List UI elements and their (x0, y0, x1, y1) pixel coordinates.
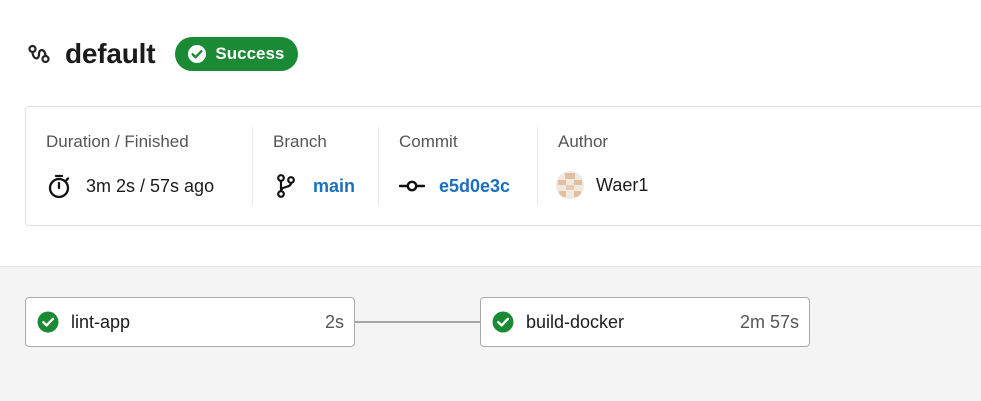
workflow-icon (26, 41, 52, 67)
branch-label: Branch (273, 132, 327, 151)
avatar[interactable] (556, 171, 584, 199)
job-connector (355, 321, 480, 323)
author-name: Waer1 (596, 174, 649, 195)
stopwatch-icon (46, 173, 72, 199)
job-node-lint-app[interactable]: lint-app 2s (25, 297, 355, 347)
commit-label: Commit (399, 132, 458, 151)
duration-label: Duration / Finished (46, 132, 189, 151)
workflow-header: default Success (26, 34, 299, 74)
commit-link[interactable]: e5d0e3c (439, 176, 510, 197)
author-label: Author (558, 132, 609, 151)
job-duration: 2m 57s (739, 311, 799, 332)
branch-field: Branch main (253, 127, 379, 205)
git-commit-icon (399, 173, 425, 199)
status-badge: Success (175, 37, 299, 71)
duration-field: Duration / Finished 3m 2s / 57s ago (26, 127, 253, 205)
check-circle-icon (492, 311, 514, 333)
page-title: default (65, 38, 156, 69)
commit-field: Commit e5d0e3c (379, 127, 538, 205)
job-duration: 2s (324, 311, 344, 332)
job-name: build-docker (526, 311, 625, 332)
check-circle-icon (187, 44, 207, 64)
run-info-card: Duration / Finished 3m 2s / 57s ago Bran… (25, 106, 981, 226)
author-field: Author Waer1 (538, 127, 981, 205)
job-node-build-docker[interactable]: build-docker 2m 57s (480, 297, 810, 347)
check-circle-icon (37, 311, 59, 333)
job-graph: lint-app 2s build-docker 2m 57s (0, 266, 981, 401)
status-badge-label: Success (215, 44, 285, 63)
git-branch-icon (273, 173, 299, 199)
duration-value: 3m 2s / 57s ago (86, 175, 215, 196)
branch-link[interactable]: main (313, 176, 355, 197)
job-name: lint-app (71, 311, 131, 332)
